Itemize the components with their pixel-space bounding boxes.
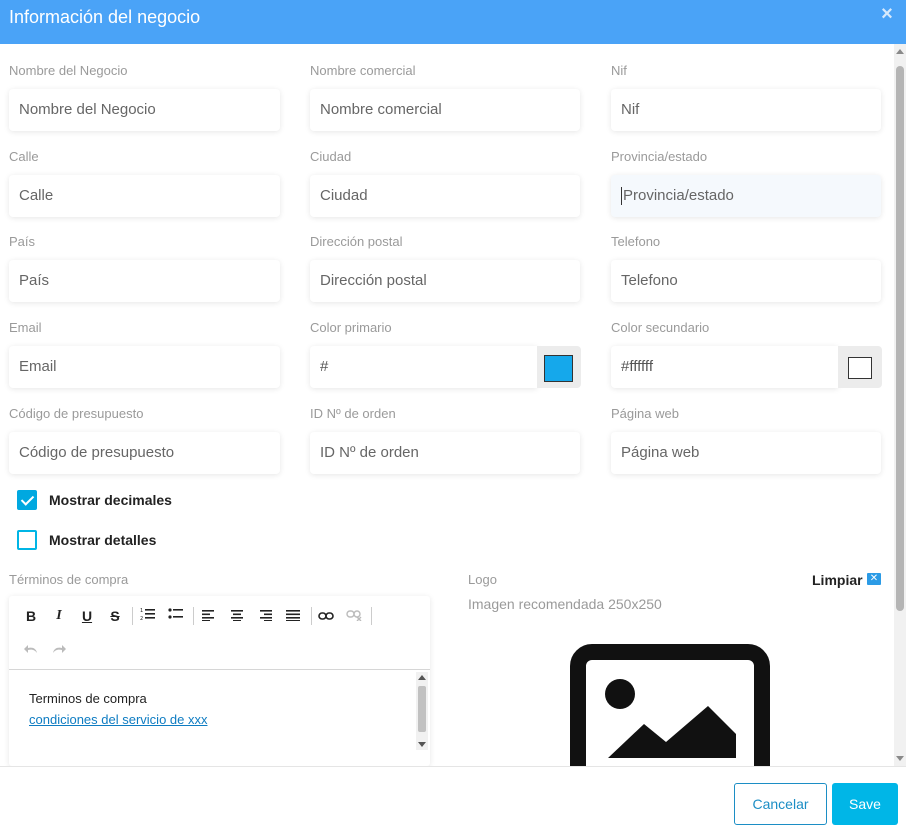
nif-input[interactable]: Nif (611, 89, 881, 131)
trade-name-label: Nombre comercial (310, 63, 416, 78)
unlink-icon[interactable] (344, 606, 364, 626)
province-placeholder: Provincia/estado (623, 187, 734, 204)
terms-label: Términos de compra (9, 572, 129, 587)
align-justify-icon[interactable] (283, 606, 303, 626)
secondary-color-input[interactable]: #ffffff (611, 346, 838, 388)
modal-header: Información del negocio × (0, 0, 906, 44)
underline-icon[interactable]: U (77, 606, 97, 626)
italic-icon[interactable]: I (49, 606, 69, 626)
show-decimals-label: Mostrar decimales (49, 492, 172, 508)
undo-icon[interactable] (21, 640, 41, 660)
editor-text-line: Terminos de compra (29, 691, 147, 706)
email-input[interactable]: Email (9, 346, 280, 388)
city-input[interactable]: Ciudad (310, 175, 580, 217)
editor-scrollbar[interactable] (416, 672, 428, 750)
email-label: Email (9, 320, 42, 335)
cancel-button[interactable]: Cancelar (734, 783, 827, 825)
close-icon[interactable]: × (876, 4, 898, 26)
website-input[interactable]: Página web (611, 432, 881, 474)
street-input[interactable]: Calle (9, 175, 280, 217)
text-caret (621, 187, 622, 206)
logo-label: Logo (468, 572, 497, 587)
scroll-thumb[interactable] (896, 66, 904, 611)
editor-toolbar: B I U S 12 (9, 596, 430, 670)
business-name-label: Nombre del Negocio (9, 63, 128, 78)
budget-code-input[interactable]: Código de presupuesto (9, 432, 280, 474)
editor-content[interactable]: Terminos de compra condiciones del servi… (9, 670, 413, 766)
redo-icon[interactable] (49, 640, 69, 660)
logo-clear-button[interactable]: Limpiar (812, 572, 863, 588)
image-placeholder-icon[interactable] (570, 644, 770, 766)
city-label: Ciudad (310, 149, 352, 164)
primary-color-label: Color primario (310, 320, 392, 335)
modal-scrollbar[interactable] (894, 44, 906, 766)
terms-editor[interactable]: B I U S 12 Terminos de compra condicione… (9, 596, 430, 766)
secondary-color-swatch (848, 357, 872, 379)
modal-footer: Cancelar Save (0, 766, 906, 830)
province-input[interactable]: Provincia/estado (611, 175, 881, 217)
website-label: Página web (611, 406, 679, 421)
toolbar-separator (132, 607, 133, 625)
save-button[interactable]: Save (832, 783, 898, 825)
scroll-up-icon[interactable] (418, 675, 426, 680)
show-details-option[interactable]: Mostrar detalles (17, 530, 156, 550)
ordered-list-icon[interactable]: 12 (138, 606, 158, 626)
modal-body: Nombre del Negocio Nombre del Negocio No… (0, 44, 906, 766)
secondary-color-picker[interactable] (838, 346, 882, 388)
phone-label: Telefono (611, 234, 661, 249)
toolbar-separator (311, 607, 312, 625)
primary-color-input[interactable]: # (310, 346, 537, 388)
align-left-icon[interactable] (199, 606, 219, 626)
trade-name-input[interactable]: Nombre comercial (310, 89, 580, 131)
strikethrough-icon[interactable]: S (105, 606, 125, 626)
bullet-list-icon[interactable] (166, 606, 186, 626)
show-details-checkbox[interactable] (17, 530, 37, 550)
phone-input[interactable]: Telefono (611, 260, 881, 302)
show-decimals-checkbox[interactable] (17, 490, 37, 510)
svg-text:2: 2 (140, 616, 143, 621)
order-id-label: ID Nº de orden (310, 406, 396, 421)
logo-hint: Imagen recomendada 250x250 (468, 596, 662, 612)
business-name-input[interactable]: Nombre del Negocio (9, 89, 280, 131)
postal-address-label: Dirección postal (310, 234, 403, 249)
street-label: Calle (9, 149, 39, 164)
show-decimals-option[interactable]: Mostrar decimales (17, 490, 172, 510)
country-input[interactable]: País (9, 260, 280, 302)
link-icon[interactable] (316, 606, 336, 626)
secondary-color-label: Color secundario (611, 320, 710, 335)
clear-icon[interactable]: ✕ (867, 573, 881, 585)
country-label: País (9, 234, 36, 249)
align-center-icon[interactable] (227, 606, 247, 626)
bold-icon[interactable]: B (21, 606, 41, 626)
svg-text:1: 1 (140, 608, 143, 614)
primary-color-swatch (544, 355, 573, 382)
primary-color-picker[interactable] (537, 346, 581, 388)
order-id-input[interactable]: ID Nº de orden (310, 432, 580, 474)
scroll-down-icon[interactable] (418, 742, 426, 747)
scroll-down-icon[interactable] (896, 756, 904, 761)
postal-address-input[interactable]: Dirección postal (310, 260, 580, 302)
align-right-icon[interactable] (255, 606, 275, 626)
nif-label: Nif (611, 63, 627, 78)
province-label: Provincia/estado (611, 149, 708, 164)
budget-code-label: Código de presupuesto (9, 406, 144, 421)
show-details-label: Mostrar detalles (49, 532, 157, 548)
toolbar-separator (193, 607, 194, 625)
scroll-up-icon[interactable] (896, 49, 904, 54)
terms-link[interactable]: condiciones del servicio de xxx (29, 712, 207, 727)
modal-title: Información del negocio (9, 7, 201, 27)
toolbar-separator (371, 607, 372, 625)
editor-scroll-thumb[interactable] (418, 686, 426, 732)
